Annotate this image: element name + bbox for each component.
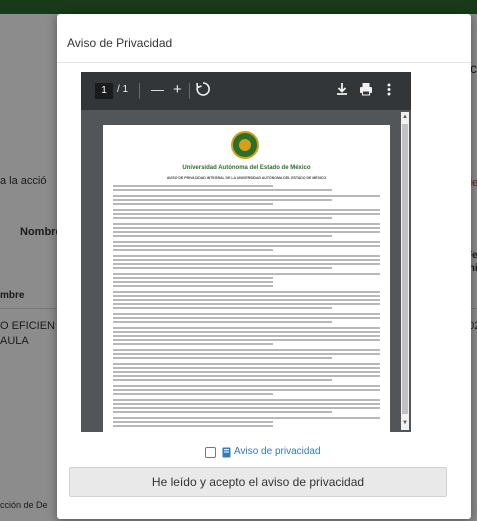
page-number-input[interactable]: 1 xyxy=(95,83,113,99)
print-button[interactable] xyxy=(359,81,373,97)
more-vert-icon xyxy=(387,83,391,96)
scroll-down-icon[interactable]: ▼ xyxy=(402,420,408,426)
document-heading: AVISO DE PRIVACIDAD INTEGRAL DE LA UNIVE… xyxy=(166,176,327,180)
download-button[interactable] xyxy=(336,81,348,97)
zoom-out-button[interactable]: — xyxy=(151,81,164,99)
modal-title: Aviso de Privacidad xyxy=(67,36,173,50)
document-university: Universidad Autónoma del Estado de Méxic… xyxy=(182,165,311,171)
privacy-checkbox[interactable] xyxy=(205,447,216,458)
book-icon xyxy=(222,447,231,458)
pdf-scrollbar[interactable]: ▲ ▼ xyxy=(401,112,409,430)
privacy-notice-link[interactable]: Aviso de privacidad xyxy=(234,446,321,457)
print-icon xyxy=(360,83,372,96)
download-icon xyxy=(337,83,347,95)
page-total: / 1 xyxy=(117,84,129,95)
university-seal-icon xyxy=(231,131,259,159)
modal-divider xyxy=(57,62,471,63)
privacy-modal: Aviso de Privacidad 1 / 1 — + Universida… xyxy=(57,14,471,519)
scrollbar-thumb[interactable] xyxy=(402,124,408,414)
more-actions-button[interactable] xyxy=(387,81,391,97)
accept-privacy-button[interactable]: He leído y acepto el aviso de privacidad xyxy=(69,467,447,497)
toolbar-separator xyxy=(189,83,190,99)
pdf-page: Universidad Autónoma del Estado de Méxic… xyxy=(103,125,390,432)
rotate-button[interactable] xyxy=(196,81,210,97)
pdf-toolbar: 1 / 1 — + xyxy=(81,72,411,110)
toolbar-separator xyxy=(139,83,140,99)
pdf-viewer: 1 / 1 — + Universidad Autónoma del Estad… xyxy=(81,72,411,432)
document-body-text xyxy=(113,185,380,429)
zoom-in-button[interactable]: + xyxy=(173,81,182,99)
scroll-up-icon[interactable]: ▲ xyxy=(402,114,408,120)
rotate-icon xyxy=(196,82,210,96)
